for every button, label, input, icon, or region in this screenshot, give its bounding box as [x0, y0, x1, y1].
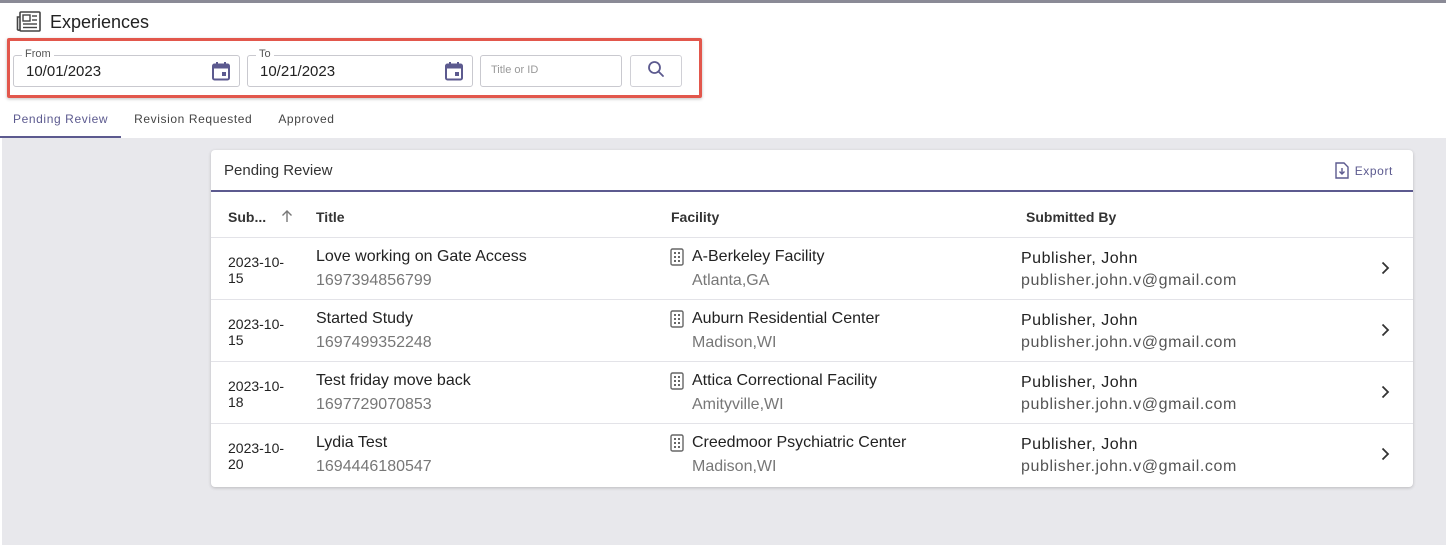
filter-bar: From 10/01/2023 To 10/21/2023 Title or I…	[7, 38, 702, 98]
submitted-date: 2023-10- 20	[228, 440, 285, 472]
experience-id: 1694446180547	[316, 458, 432, 475]
facility-location: Madison,WI	[692, 334, 777, 351]
calendar-icon[interactable]	[211, 61, 231, 81]
status-tabs: Pending Review Revision Requested Approv…	[0, 106, 348, 138]
from-date-value[interactable]: 10/01/2023	[26, 63, 101, 80]
table-row[interactable]: 2023-10- 15 Love working on Gate Access 1…	[211, 238, 1413, 300]
column-header-submitted-date[interactable]: Sub...	[228, 209, 266, 225]
experience-title: Started Study	[316, 310, 413, 327]
search-placeholder: Title or ID	[491, 64, 539, 76]
table-row[interactable]: 2023-10- 20 Lydia Test 1694446180547 Cree…	[211, 424, 1413, 486]
export-button[interactable]: Export	[1335, 162, 1393, 179]
submitter-name: Publisher, John	[1021, 374, 1138, 391]
facility-location: Amityville,WI	[692, 396, 784, 413]
submitter-email: publisher.john.v@gmail.com	[1021, 272, 1237, 289]
experience-id: 1697394856799	[316, 272, 432, 289]
from-date-field[interactable]: From 10/01/2023	[13, 48, 240, 87]
pending-review-card: Pending Review Export Sub... Title Facil…	[211, 150, 1413, 487]
chevron-right-icon[interactable]	[1377, 322, 1393, 343]
column-header-title[interactable]: Title	[316, 209, 345, 225]
search-button[interactable]	[630, 55, 682, 87]
building-icon	[670, 434, 684, 457]
file-download-icon	[1335, 162, 1349, 179]
search-icon	[647, 60, 665, 83]
submitted-date: 2023-10- 18	[228, 378, 285, 410]
facility-name: Creedmoor Psychiatric Center	[692, 434, 907, 451]
export-label: Export	[1354, 163, 1393, 178]
newspaper-icon	[16, 11, 42, 33]
submitter-email: publisher.john.v@gmail.com	[1021, 396, 1237, 413]
table-header: Sub... Title Facility Submitted By	[211, 192, 1413, 238]
arrow-up-icon[interactable]	[281, 209, 293, 226]
building-icon	[670, 372, 684, 395]
experience-title: Lydia Test	[316, 434, 388, 451]
experience-title: Love working on Gate Access	[316, 248, 527, 265]
facility-location: Atlanta,GA	[692, 272, 770, 289]
building-icon	[670, 310, 684, 333]
facility-name: Auburn Residential Center	[692, 310, 880, 327]
submitter-name: Publisher, John	[1021, 436, 1138, 453]
facility-name: A-Berkeley Facility	[692, 248, 825, 265]
tab-pending-review[interactable]: Pending Review	[0, 106, 122, 138]
chevron-right-icon[interactable]	[1377, 446, 1393, 467]
tab-revision-requested[interactable]: Revision Requested	[121, 106, 265, 138]
submitter-email: publisher.john.v@gmail.com	[1021, 334, 1237, 351]
chevron-right-icon[interactable]	[1377, 384, 1393, 405]
tab-approved[interactable]: Approved	[265, 106, 347, 138]
chevron-right-icon[interactable]	[1377, 260, 1393, 281]
to-date-field[interactable]: To 10/21/2023	[247, 48, 473, 87]
table-row[interactable]: 2023-10- 15 Started Study 1697499352248 A…	[211, 300, 1413, 362]
card-title: Pending Review	[224, 162, 333, 179]
search-input[interactable]: Title or ID	[480, 55, 622, 87]
submitted-date: 2023-10- 15	[228, 254, 285, 286]
column-header-submitted-by[interactable]: Submitted By	[1026, 209, 1116, 225]
page-header: Experiences	[16, 10, 149, 34]
to-date-label: To	[256, 48, 274, 60]
page-title: Experiences	[50, 11, 150, 32]
from-date-label: From	[22, 48, 54, 60]
card-header: Pending Review Export	[211, 150, 1413, 192]
calendar-icon[interactable]	[444, 61, 464, 81]
table-row[interactable]: 2023-10- 18 Test friday move back 1697729…	[211, 362, 1413, 424]
experience-id: 1697499352248	[316, 334, 432, 351]
experience-id: 1697729070853	[316, 396, 432, 413]
submitter-email: publisher.john.v@gmail.com	[1021, 458, 1237, 475]
facility-name: Attica Correctional Facility	[692, 372, 877, 389]
submitter-name: Publisher, John	[1021, 250, 1138, 267]
building-icon	[670, 248, 684, 271]
submitter-name: Publisher, John	[1021, 312, 1138, 329]
to-date-value[interactable]: 10/21/2023	[260, 63, 335, 80]
experience-title: Test friday move back	[316, 372, 471, 389]
facility-location: Madison,WI	[692, 458, 777, 475]
column-header-facility[interactable]: Facility	[671, 209, 719, 225]
top-border	[0, 0, 1446, 3]
submitted-date: 2023-10- 15	[228, 316, 285, 348]
